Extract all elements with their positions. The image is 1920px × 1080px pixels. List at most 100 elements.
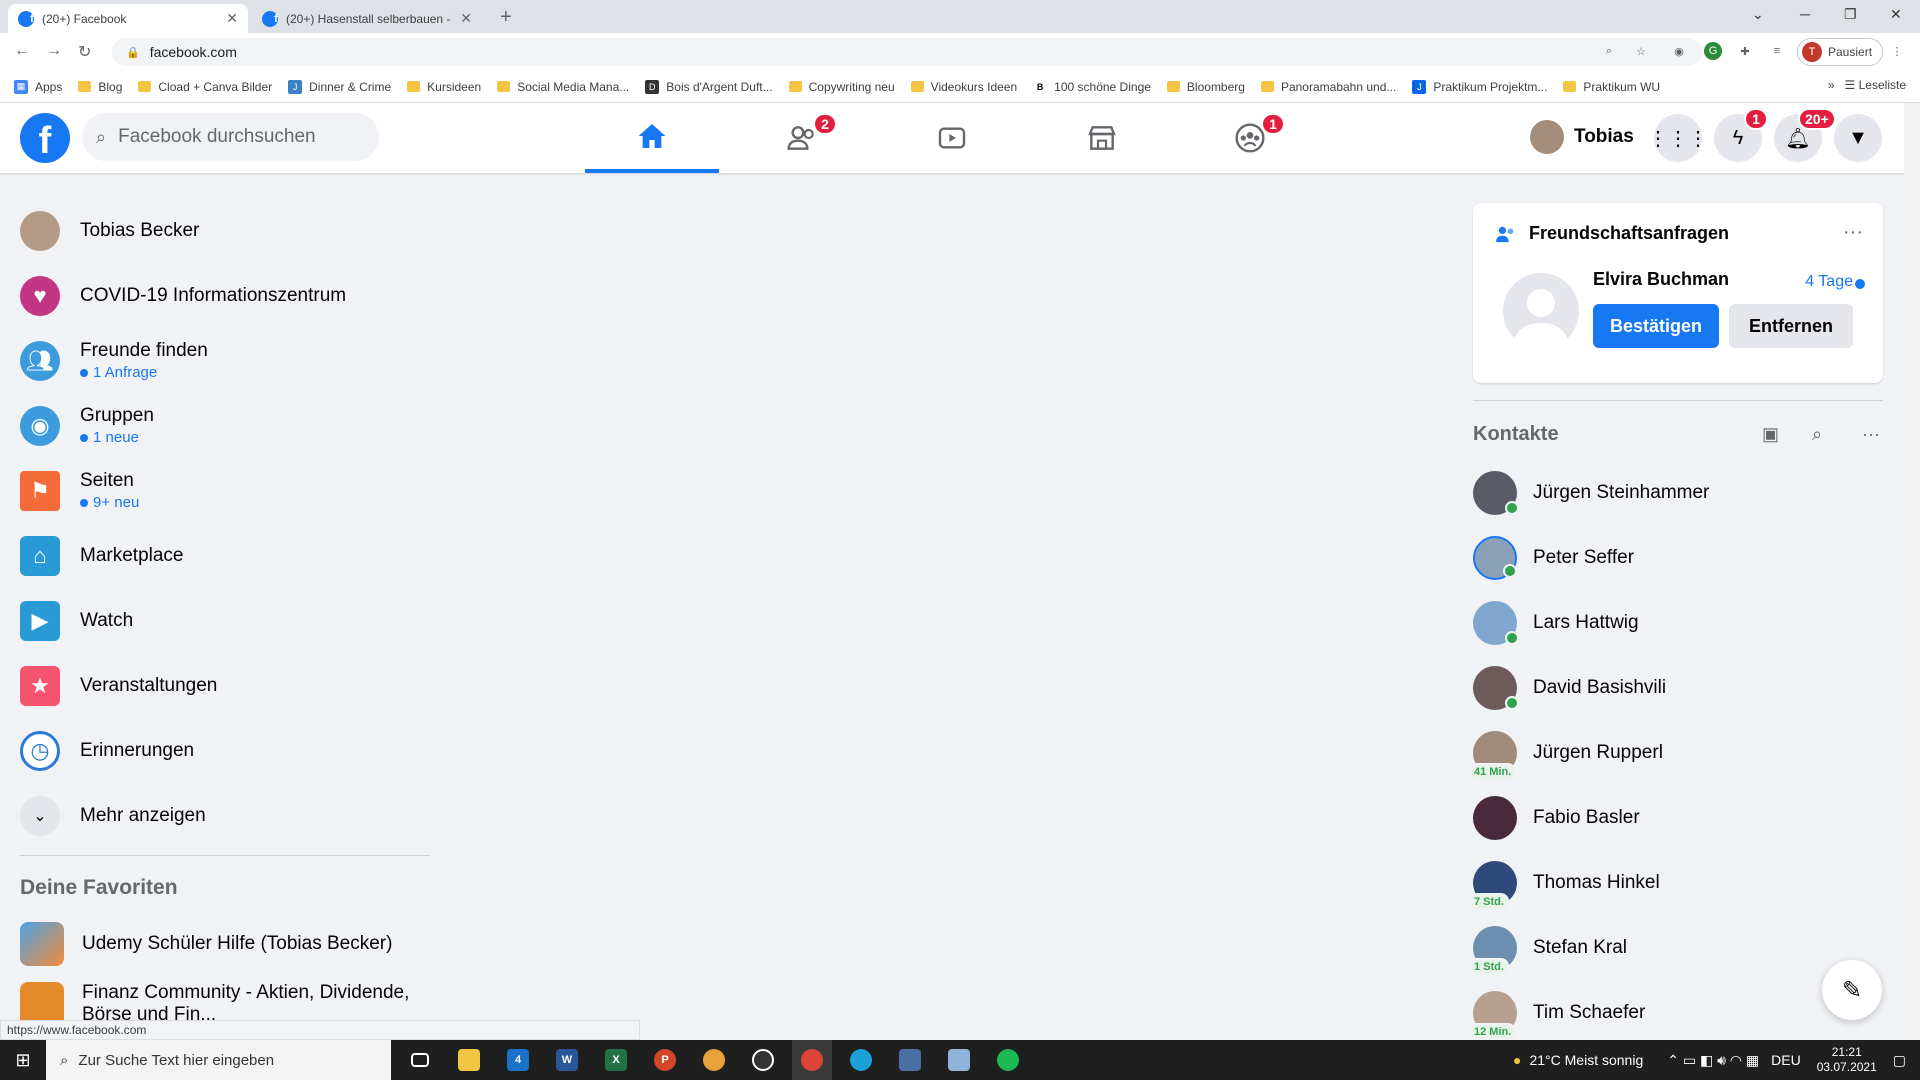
site-icon: B xyxy=(1033,79,1048,94)
scrollbar[interactable] xyxy=(1904,103,1920,1039)
messenger-button[interactable]: ϟ 1 xyxy=(1714,108,1768,162)
tab-home[interactable] xyxy=(585,103,719,173)
contact-item[interactable]: Peter Seffer xyxy=(1465,525,1890,590)
sidebar-item-more[interactable]: ⌄ Mehr anzeigen xyxy=(8,783,433,848)
bookmark-item[interactable]: Videokurs Ideen xyxy=(910,80,1017,94)
word-icon[interactable]: W xyxy=(547,1040,587,1080)
app-icon[interactable] xyxy=(694,1040,734,1080)
browser-tab-facebook[interactable]: f (20+) Facebook ✕ xyxy=(8,4,248,33)
contact-item[interactable]: 1 Std. Stefan Kral xyxy=(1465,915,1890,980)
contact-item[interactable]: Fabio Basler xyxy=(1465,785,1890,850)
task-view-icon[interactable] xyxy=(400,1040,440,1080)
bookmark-item[interactable]: Cload + Canva Bilder xyxy=(138,80,272,94)
bookmark-item[interactable]: Bloomberg xyxy=(1166,80,1245,94)
tab-watch[interactable] xyxy=(885,103,1019,173)
bookmark-item[interactable]: Blog xyxy=(78,80,122,94)
excel-icon[interactable]: X xyxy=(596,1040,636,1080)
restore-icon[interactable]: ❐ xyxy=(1844,6,1857,23)
obs-icon[interactable] xyxy=(743,1040,783,1080)
language-indicator[interactable]: DEU xyxy=(1771,1052,1801,1068)
tab-search-icon[interactable]: ⌄ xyxy=(1752,6,1764,23)
sidebar-item-watch[interactable]: ▶ Watch xyxy=(8,588,433,653)
facebook-logo-icon[interactable]: f xyxy=(20,113,70,163)
bookmark-item[interactable]: D Bois d'Argent Duft... xyxy=(645,79,773,94)
reading-list-button[interactable]: » ☰ Leseliste xyxy=(1828,78,1906,92)
browser-tab-hasenstall[interactable]: f (20+) Hasenstall selberbauen - T ✕ xyxy=(252,4,482,33)
contact-item[interactable]: Lars Hattwig xyxy=(1465,590,1890,655)
sidebar-item-marketplace[interactable]: ⌂ Marketplace xyxy=(8,523,433,588)
zoom-icon[interactable]: ⌕ xyxy=(1600,42,1618,60)
sidebar-item-groups[interactable]: ◉ Gruppen 1 neue xyxy=(8,393,433,458)
clock[interactable]: 21:21 03.07.2021 xyxy=(1817,1045,1877,1075)
bookmark-item[interactable]: B 100 schöne Dinge xyxy=(1033,79,1151,94)
edge-icon[interactable] xyxy=(841,1040,881,1080)
sidebar-item-events[interactable]: ★ Veranstaltungen xyxy=(8,653,433,718)
bookmark-item[interactable]: Kursideen xyxy=(407,80,481,94)
bookmark-item[interactable]: Social Media Mana... xyxy=(497,80,629,94)
contact-item[interactable]: 7 Std. Thomas Hinkel xyxy=(1465,850,1890,915)
mail-icon[interactable]: 4 xyxy=(498,1040,538,1080)
new-message-button[interactable]: ✎ xyxy=(1822,960,1882,1020)
more-options-icon[interactable]: ··· xyxy=(1862,424,1880,445)
windows-start-icon[interactable]: ⊞ xyxy=(0,1040,46,1080)
puzzle-icon[interactable]: ✚ xyxy=(1736,42,1754,60)
sidebar-item-profile[interactable]: Tobias Becker xyxy=(8,198,433,263)
url-field[interactable]: 🔒 facebook.com xyxy=(112,38,1702,66)
reload-icon[interactable]: ↻ xyxy=(78,42,91,62)
bookmark-apps[interactable]: ▦ Apps xyxy=(14,79,62,94)
chrome-icon[interactable] xyxy=(792,1040,832,1080)
grammarly-icon[interactable]: G xyxy=(1704,42,1722,60)
bookmark-item[interactable]: J Dinner & Crime xyxy=(288,79,391,94)
tab-groups[interactable]: 1 xyxy=(1183,103,1317,173)
account-button[interactable]: ▼ xyxy=(1834,114,1882,162)
away-time: 1 Std. xyxy=(1469,957,1509,976)
contact-item[interactable]: 41 Min. Jürgen Rupperl xyxy=(1465,720,1890,785)
minimize-icon[interactable]: ─ xyxy=(1800,6,1810,22)
app-icon[interactable] xyxy=(890,1040,930,1080)
new-tab-icon[interactable]: + xyxy=(500,6,512,29)
close-tab-icon[interactable]: ✕ xyxy=(460,10,472,27)
search-input[interactable]: ⌕ Facebook durchsuchen xyxy=(82,113,379,161)
favorite-item[interactable]: Udemy Schüler Hilfe (Tobias Becker) xyxy=(8,914,433,974)
explorer-icon[interactable] xyxy=(449,1040,489,1080)
taskbar-search-input[interactable]: ⌕ Zur Suche Text hier eingeben xyxy=(46,1040,391,1080)
contact-item[interactable]: Jürgen Steinhammer xyxy=(1465,460,1890,525)
sidebar-item-covid[interactable]: ♥ COVID-19 Informationszentrum xyxy=(8,263,433,328)
sidebar-item-pages[interactable]: ⚑ Seiten 9+ neu xyxy=(8,458,433,523)
menu-button[interactable]: ⋮⋮⋮ xyxy=(1648,114,1708,162)
close-tab-icon[interactable]: ✕ xyxy=(226,10,238,27)
notepad-icon[interactable] xyxy=(939,1040,979,1080)
tray-icons[interactable]: ⌃ ▭ ◧ 🔊︎ ◠ ▦ xyxy=(1667,1052,1759,1069)
star-icon[interactable]: ☆ xyxy=(1632,42,1650,60)
bookmark-item[interactable]: Copywriting neu xyxy=(788,80,895,94)
weather-text[interactable]: 21°C Meist sonnig xyxy=(1529,1052,1643,1068)
bookmark-item[interactable]: Praktikum WU xyxy=(1563,80,1660,94)
remove-button[interactable]: Entfernen xyxy=(1729,304,1853,348)
extension-icon[interactable]: ◉ xyxy=(1670,42,1688,60)
forward-icon[interactable]: → xyxy=(46,42,62,60)
avatar: 7 Std. xyxy=(1469,860,1517,911)
media-icon[interactable]: ≡ xyxy=(1768,42,1786,60)
confirm-button[interactable]: Bestätigen xyxy=(1593,304,1719,348)
close-window-icon[interactable]: ✕ xyxy=(1890,6,1902,23)
sidebar-item-memories[interactable]: ◷ Erinnerungen xyxy=(8,718,433,783)
tab-marketplace[interactable] xyxy=(1035,103,1169,173)
tab-friends[interactable]: 2 xyxy=(735,103,869,173)
back-icon[interactable]: ← xyxy=(14,42,30,60)
more-options-icon[interactable]: ··· xyxy=(1843,221,1863,244)
folder-icon xyxy=(407,81,421,92)
notification-center-icon[interactable]: ▢ xyxy=(1893,1052,1906,1069)
contact-item[interactable]: David Basishvili xyxy=(1465,655,1890,720)
notifications-button[interactable]: 🔔︎ 20+ xyxy=(1774,108,1836,162)
bookmark-item[interactable]: J Praktikum Projektm... xyxy=(1412,79,1547,94)
powerpoint-icon[interactable]: P xyxy=(645,1040,685,1080)
spotify-icon[interactable] xyxy=(988,1040,1028,1080)
menu-dots-icon[interactable]: ⋮ xyxy=(1888,42,1906,60)
profile-shortcut[interactable]: Tobias xyxy=(1530,117,1634,157)
sidebar-item-friends[interactable]: 👥︎ Freunde finden 1 Anfrage xyxy=(8,328,433,393)
bookmark-item[interactable]: Panoramabahn und... xyxy=(1260,80,1396,94)
requester-name[interactable]: Elvira Buchman xyxy=(1593,269,1729,290)
video-call-icon[interactable]: ▣ xyxy=(1762,424,1779,445)
search-icon[interactable]: ⌕ xyxy=(1812,424,1822,445)
profile-button[interactable]: T Pausiert xyxy=(1797,38,1884,66)
